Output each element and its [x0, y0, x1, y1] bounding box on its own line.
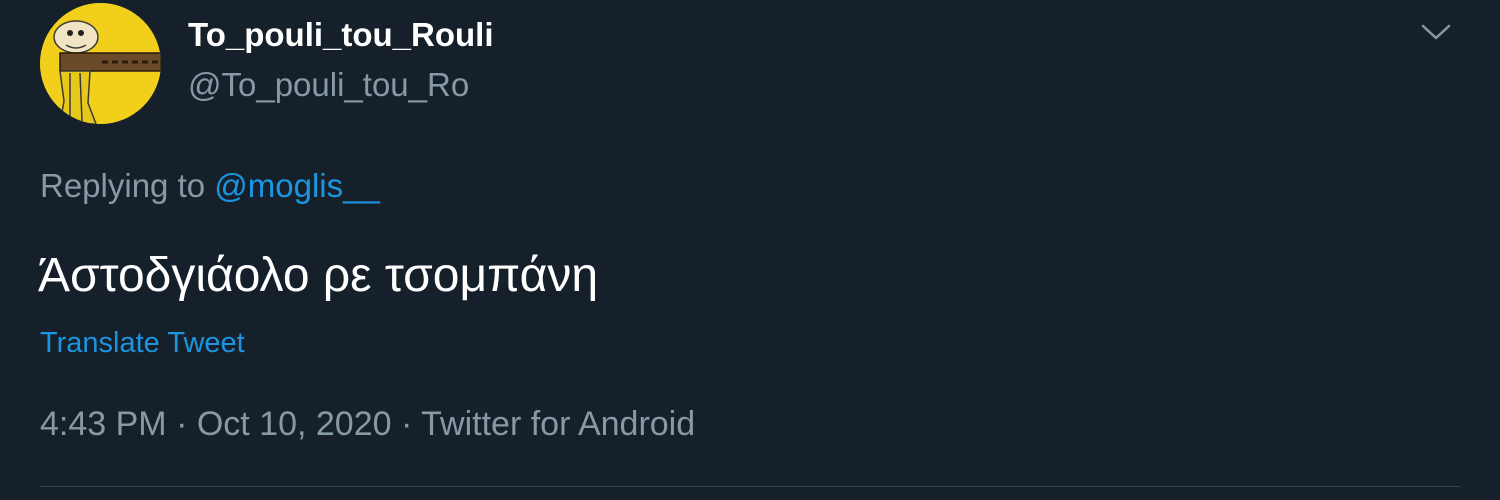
more-options-button[interactable]	[1414, 12, 1458, 52]
avatar-image	[40, 3, 161, 124]
tweet-card: To_pouli_tou_Rouli @To_pouli_tou_Ro Repl…	[0, 0, 1500, 500]
tweet-date[interactable]: Oct 10, 2020	[197, 405, 392, 443]
meta-separator: ·	[166, 405, 197, 443]
display-name[interactable]: To_pouli_tou_Rouli	[188, 16, 494, 54]
divider	[40, 486, 1460, 487]
tweet-text: Άστοδγιάολο ρε τσομπάνη	[38, 249, 599, 302]
meta-separator: ·	[391, 405, 422, 443]
tweet-time[interactable]: 4:43 PM	[40, 405, 167, 443]
tweet-source[interactable]: Twitter for Android	[421, 405, 695, 443]
replying-to-label: Replying to	[40, 167, 215, 204]
user-handle[interactable]: @To_pouli_tou_Ro	[188, 66, 469, 104]
tweet-metadata: 4:43 PM · Oct 10, 2020 · Twitter for And…	[40, 405, 695, 444]
translate-tweet-link[interactable]: Translate Tweet	[40, 327, 245, 360]
avatar[interactable]	[40, 3, 161, 124]
reply-mention-link[interactable]: @moglis__	[214, 167, 380, 204]
replying-to-line: Replying to @moglis__	[40, 167, 380, 205]
chevron-down-icon	[1421, 24, 1451, 40]
